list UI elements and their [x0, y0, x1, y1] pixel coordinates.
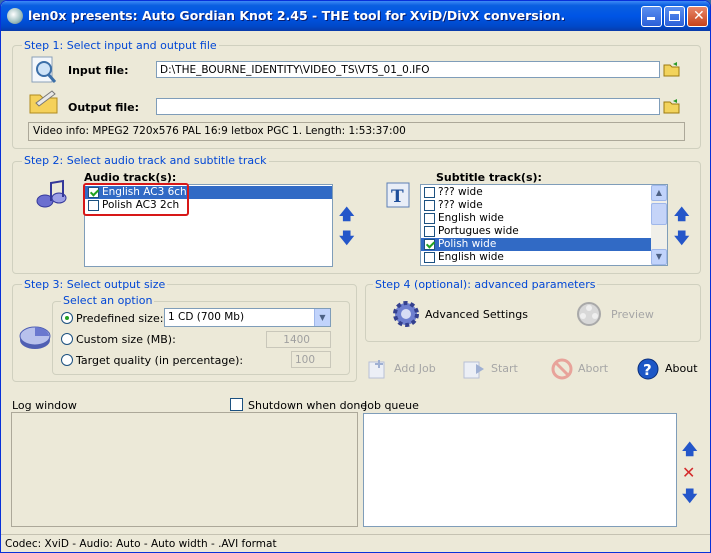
close-icon: ✕ — [693, 8, 705, 24]
chevron-down-icon[interactable]: ▼ — [314, 309, 330, 326]
help-icon: ? — [637, 358, 659, 380]
step2-label: Step 2: Select audio track and subtitle … — [22, 154, 269, 167]
subtitle-move-down-icon[interactable]: 🡇 — [674, 231, 689, 246]
subtitle-track-item[interactable]: Polish wide — [421, 238, 651, 251]
close-button[interactable]: ✕ — [687, 6, 708, 27]
title-bar: len0x presents: Auto Gordian Knot 2.45 -… — [1, 1, 710, 31]
subtitle-track-item[interactable]: English wide — [421, 212, 651, 225]
queue-move-down-icon[interactable]: 🡇 — [682, 489, 697, 504]
app-icon — [7, 8, 23, 24]
output-file-field[interactable] — [156, 98, 660, 115]
subtitle-track-checkbox[interactable] — [424, 252, 435, 263]
about-button[interactable]: About — [665, 362, 698, 375]
shutdown-checkbox[interactable] — [230, 398, 243, 411]
subtitle-track-item[interactable]: ??? wide — [421, 199, 651, 212]
input-file-icon — [31, 56, 57, 83]
subtitle-track-item[interactable]: English wide — [421, 251, 651, 264]
quality-label: Target quality (in percentage): — [76, 354, 244, 367]
output-file-label: Output file: — [68, 101, 140, 114]
log-window-label: Log window — [12, 399, 77, 412]
film-reel-icon — [577, 302, 601, 326]
output-file-icon — [29, 90, 58, 114]
add-job-button[interactable]: Add Job — [394, 362, 436, 375]
option-label: Select an option — [61, 294, 155, 307]
queue-remove-icon[interactable]: ✕ — [682, 465, 695, 481]
subtitle-track-checkbox[interactable] — [424, 200, 435, 211]
subtitle-track-checkbox[interactable] — [424, 213, 435, 224]
custom-size-radio[interactable] — [61, 333, 73, 345]
subtitle-track-checkbox[interactable] — [424, 226, 435, 237]
shutdown-label: Shutdown when done — [248, 399, 368, 412]
scroll-down-icon[interactable]: ▼ — [651, 249, 667, 265]
custom-size-label: Custom size (MB): — [76, 333, 176, 346]
predefined-size-select[interactable]: 1 CD (700 Mb) ▼ — [164, 308, 331, 327]
subtitle-track-checkbox[interactable] — [424, 187, 435, 198]
queue-move-up-icon[interactable]: 🡅 — [682, 442, 697, 457]
maximize-button[interactable] — [664, 6, 685, 27]
quality-field: 100 — [291, 351, 331, 368]
gear-icon — [393, 301, 419, 327]
start-button[interactable]: Start — [491, 362, 518, 375]
svg-text:T: T — [391, 187, 404, 207]
subtitle-tracks-label: Subtitle track(s): — [436, 171, 542, 184]
input-file-label: Input file: — [68, 64, 129, 77]
step1-label: Step 1: Select input and output file — [22, 39, 219, 52]
audio-move-up-icon[interactable]: 🡅 — [339, 207, 354, 222]
add-job-icon — [368, 360, 385, 379]
svg-text:?: ? — [643, 361, 652, 379]
scroll-thumb[interactable] — [651, 203, 667, 225]
abort-button[interactable]: Abort — [578, 362, 608, 375]
custom-size-field: 1400 — [266, 331, 331, 348]
highlight-box — [83, 183, 189, 216]
log-window[interactable] — [11, 412, 358, 527]
subtitle-track-item[interactable]: Portugues wide — [421, 225, 651, 238]
subtitle-scrollbar[interactable]: ▲ ▼ — [651, 185, 667, 265]
main-window: len0x presents: Auto Gordian Knot 2.45 -… — [0, 0, 711, 553]
browse-input-icon[interactable] — [663, 61, 681, 77]
subtitle-move-up-icon[interactable]: 🡅 — [674, 207, 689, 222]
start-icon — [463, 361, 484, 379]
preview-button[interactable]: Preview — [611, 308, 654, 321]
subtitle-track-list: ??? wide ??? wide English wide Portugues… — [420, 184, 668, 266]
audio-icon — [36, 179, 67, 208]
audio-move-down-icon[interactable]: 🡇 — [339, 231, 354, 246]
step4-label: Step 4 (optional): advanced parameters — [373, 278, 598, 291]
quality-radio[interactable] — [61, 354, 73, 366]
size-pie-icon — [19, 326, 51, 349]
scroll-up-icon[interactable]: ▲ — [651, 185, 667, 201]
step3-label: Step 3: Select output size — [22, 278, 168, 291]
subtitle-icon: T — [386, 182, 410, 208]
status-bar: Codec: XviD - Audio: Auto - Auto width -… — [1, 534, 710, 552]
input-file-field[interactable]: D:\THE_BOURNE_IDENTITY\VIDEO_TS\VTS_01_0… — [156, 61, 660, 78]
predefined-label: Predefined size: — [76, 312, 164, 325]
predefined-radio[interactable] — [61, 312, 73, 324]
minimize-button[interactable] — [641, 6, 662, 27]
window-title: len0x presents: Auto Gordian Knot 2.45 -… — [28, 8, 566, 23]
video-info: Video info: MPEG2 720x576 PAL 16:9 letbo… — [28, 122, 685, 141]
subtitle-track-checkbox[interactable] — [424, 239, 435, 250]
browse-output-icon[interactable] — [663, 98, 681, 114]
job-queue-list[interactable] — [363, 413, 677, 527]
advanced-settings-button[interactable]: Advanced Settings — [425, 308, 528, 321]
job-queue-label: Job queue — [364, 399, 419, 412]
abort-icon — [551, 358, 573, 380]
subtitle-track-item[interactable]: ??? wide — [421, 186, 651, 199]
